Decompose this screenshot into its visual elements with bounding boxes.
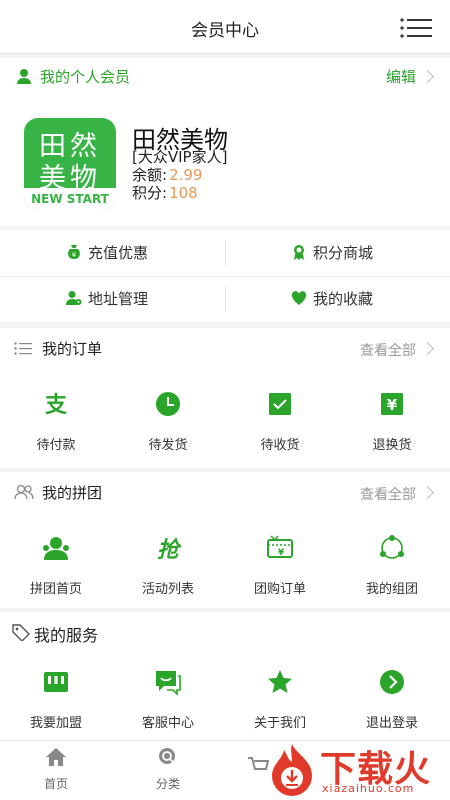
svg-text:抢: 抢 bbox=[157, 537, 182, 562]
returns-label: 退换货 bbox=[372, 438, 412, 453]
pending-payment-label: 待付款 bbox=[36, 438, 76, 453]
svg-text:支: 支 bbox=[45, 393, 68, 418]
quick-actions: ¥ 充值优惠 积分商城 地址管理 我的收藏 bbox=[0, 230, 450, 322]
orders-view-all[interactable]: 查看全部 bbox=[360, 340, 416, 360]
list-icon bbox=[14, 342, 32, 355]
member-label: 我的个人会员 bbox=[40, 68, 131, 86]
medal-icon bbox=[294, 245, 304, 260]
svg-text:¥: ¥ bbox=[387, 396, 398, 414]
returns-button[interactable]: ¥ 退换货 bbox=[336, 390, 448, 453]
orders-section: 我的订单 查看全部 支 待付款 待发货 待收货 ¥ 退换货 bbox=[0, 328, 450, 468]
chevron-right-icon bbox=[421, 486, 434, 499]
my-group-label: 我的组团 bbox=[365, 582, 418, 597]
money-bag-icon: ¥ bbox=[68, 245, 80, 259]
svg-text:¥: ¥ bbox=[72, 251, 77, 259]
watermark-url: xiazaihuo.com bbox=[322, 782, 415, 795]
points-value: 108 bbox=[169, 184, 198, 202]
chevron-right-icon bbox=[421, 342, 434, 355]
pending-shipment-label: 待发货 bbox=[148, 438, 188, 453]
heart-icon bbox=[291, 291, 307, 305]
join-label: 我要加盟 bbox=[29, 716, 82, 731]
services-title: 我的服务 bbox=[34, 626, 99, 645]
points-label: 积分: bbox=[132, 184, 168, 202]
store-logo: 田然 美物 NEW START bbox=[24, 118, 116, 210]
orders-header[interactable]: 我的订单 查看全部 bbox=[0, 328, 450, 368]
services-header: 我的服务 bbox=[0, 612, 450, 652]
user-icon bbox=[17, 69, 31, 84]
chevron-right-icon bbox=[421, 70, 434, 83]
nav-home-label: 首页 bbox=[43, 777, 68, 791]
pending-shipment-button[interactable]: 待发货 bbox=[112, 390, 224, 453]
ticket-icon: ¥ bbox=[267, 535, 293, 558]
services-section: 我的服务 我要加盟 客服中心 关于我们 退出登录 bbox=[0, 612, 450, 740]
address-label: 地址管理 bbox=[88, 290, 149, 308]
menu-icon[interactable] bbox=[400, 18, 432, 38]
edit-button[interactable]: 编辑 bbox=[386, 66, 416, 87]
points-mall-label: 积分商城 bbox=[313, 244, 374, 262]
user-location-icon bbox=[66, 291, 82, 305]
pending-payment-button[interactable]: 支 待付款 bbox=[0, 390, 112, 453]
group-orders-label: 团购订单 bbox=[253, 582, 306, 597]
join-button[interactable]: 我要加盟 bbox=[0, 668, 112, 731]
group-home-button[interactable]: 拼团首页 bbox=[0, 534, 112, 597]
chat-icon bbox=[156, 671, 181, 696]
logo-subtext: NEW START bbox=[24, 188, 116, 210]
flame-logo bbox=[272, 744, 312, 796]
store-icon bbox=[44, 672, 68, 692]
group-home-label: 拼团首页 bbox=[29, 582, 82, 597]
clock-icon bbox=[156, 392, 180, 416]
activity-list-label: 活动列表 bbox=[141, 582, 194, 597]
group-users-icon bbox=[43, 537, 69, 560]
home-icon bbox=[46, 748, 66, 766]
group-view-all[interactable]: 查看全部 bbox=[360, 484, 416, 504]
page-title: 会员中心 bbox=[191, 21, 259, 41]
customer-service-label: 客服中心 bbox=[141, 716, 194, 731]
favorites-label: 我的收藏 bbox=[313, 290, 374, 308]
group-title: 我的拼团 bbox=[42, 484, 103, 502]
recharge-button[interactable]: ¥ 充值优惠 bbox=[0, 230, 225, 276]
search-category-icon bbox=[159, 748, 175, 764]
grab-icon: 抢 bbox=[157, 537, 182, 563]
nav-home[interactable]: 首页 bbox=[0, 747, 112, 792]
pending-receipt-button[interactable]: 待收货 bbox=[224, 390, 336, 453]
tag-icon bbox=[12, 624, 30, 641]
checkbox-icon bbox=[269, 393, 291, 415]
group-header[interactable]: 我的拼团 查看全部 bbox=[0, 472, 450, 512]
logout-label: 退出登录 bbox=[365, 716, 418, 731]
alipay-icon: 支 bbox=[45, 393, 68, 418]
activity-list-button[interactable]: 抢 活动列表 bbox=[112, 534, 224, 597]
group-orders-button[interactable]: ¥ 团购订单 bbox=[224, 534, 336, 597]
group-section: 我的拼团 查看全部 拼团首页 抢 活动列表 ¥ 团购订单 我的组团 bbox=[0, 472, 450, 608]
points-row: 积分: 108 bbox=[132, 182, 198, 203]
about-us-button[interactable]: 关于我们 bbox=[224, 668, 336, 731]
share-nodes-icon bbox=[380, 535, 404, 559]
about-us-label: 关于我们 bbox=[253, 716, 306, 731]
orders-title: 我的订单 bbox=[42, 340, 103, 358]
svg-text:¥: ¥ bbox=[278, 548, 285, 558]
pending-receipt-label: 待收货 bbox=[260, 438, 300, 453]
favorites-button[interactable]: 我的收藏 bbox=[225, 276, 450, 322]
my-group-button[interactable]: 我的组团 bbox=[336, 534, 448, 597]
yuan-icon: ¥ bbox=[381, 393, 403, 415]
nav-category-label: 分类 bbox=[155, 777, 180, 791]
address-button[interactable]: 地址管理 bbox=[0, 276, 225, 322]
users-icon bbox=[14, 484, 34, 500]
profile-card: 田然 美物 NEW START 田然美物 [大众VIP家人] 余额: 2.99 积… bbox=[0, 94, 450, 226]
recharge-label: 充值优惠 bbox=[88, 244, 149, 262]
watermark: 下载火 xiazaihuo.com bbox=[260, 738, 450, 800]
member-header: 我的个人会员 编辑 bbox=[0, 58, 450, 94]
bottom-nav: 首页 分类 下载火 xiazaihuo.com bbox=[0, 740, 450, 800]
points-mall-button[interactable]: 积分商城 bbox=[225, 230, 450, 276]
top-bar: 会员中心 bbox=[0, 0, 450, 54]
arrow-right-circle-icon bbox=[380, 670, 404, 694]
nav-category[interactable]: 分类 bbox=[112, 747, 224, 792]
customer-service-button[interactable]: 客服中心 bbox=[112, 668, 224, 731]
logout-button[interactable]: 退出登录 bbox=[336, 668, 448, 731]
star-icon bbox=[268, 670, 292, 693]
